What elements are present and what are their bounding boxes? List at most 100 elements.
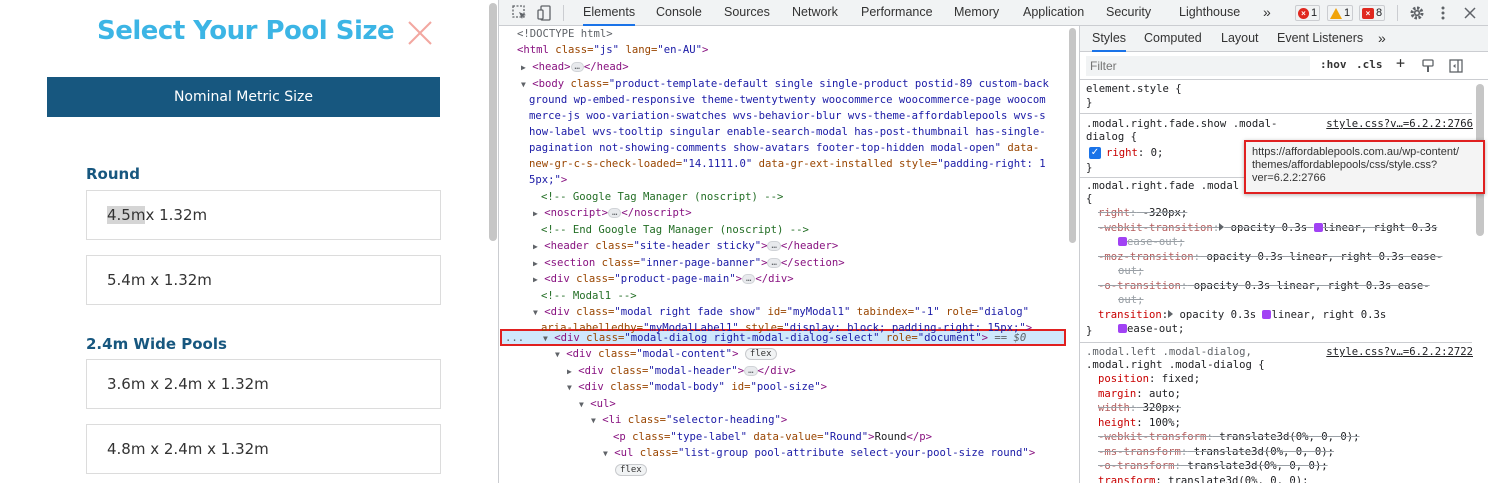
css-value-continuation[interactable]: out;: [1118, 265, 1144, 278]
collapsed-ellipsis[interactable]: …: [767, 241, 781, 251]
rule3-selector-b[interactable]: .modal.right .modal-dialog {: [1086, 359, 1265, 372]
collapsed-ellipsis[interactable]: …: [608, 208, 622, 218]
collapsed-ellipsis[interactable]: …: [570, 62, 584, 72]
tab-sources[interactable]: Sources: [724, 0, 770, 26]
paint-brush-icon[interactable]: [1420, 58, 1436, 74]
modal-header-node[interactable]: ▶ <div class="modal-header">… </div>: [567, 363, 796, 380]
kebab-menu-icon[interactable]: [1434, 4, 1452, 22]
tab-computed[interactable]: Computed: [1144, 26, 1202, 52]
collapse-arrow-icon[interactable]: ▼: [579, 400, 584, 409]
ul-node[interactable]: ▼ <ul>: [579, 396, 616, 413]
expand-arrow-icon[interactable]: ▶: [521, 63, 526, 72]
tab-network[interactable]: Network: [792, 0, 838, 26]
rule1-declaration[interactable]: right: 0;: [1106, 147, 1163, 160]
css-declaration[interactable]: transition: opacity 0.3s linear, right 0…: [1098, 309, 1386, 322]
css-declaration[interactable]: margin: auto;: [1098, 388, 1181, 401]
size-option-3-6m[interactable]: 3.6m x 2.4m x 1.32m: [86, 359, 441, 409]
tab-lighthouse[interactable]: Lighthouse: [1179, 0, 1240, 26]
element-style-selector[interactable]: element.style {: [1086, 83, 1182, 96]
modal-content-node[interactable]: ▼ <div class="modal-content"> flex: [555, 346, 777, 363]
page-scrollbar[interactable]: [489, 3, 497, 241]
collapse-arrow-icon[interactable]: ▼: [603, 449, 608, 458]
collapse-arrow-icon[interactable]: ▼: [533, 308, 538, 317]
head-node[interactable]: ▶ <head>… </head>: [521, 59, 629, 76]
tab-styles[interactable]: Styles: [1092, 26, 1127, 52]
css-value-continuation[interactable]: out;: [1118, 294, 1144, 307]
css-value-continuation[interactable]: ease-out;: [1118, 236, 1184, 249]
expand-arrow-icon[interactable]: ▶: [533, 259, 538, 268]
expand-arrow-icon[interactable]: ▶: [533, 275, 538, 284]
size-option-4-5m[interactable]: 4.5m x 1.32m: [86, 190, 441, 240]
noscript-node[interactable]: ▶ <noscript>… </noscript>: [533, 205, 692, 222]
flex-badge[interactable]: flex: [744, 348, 777, 360]
css-declaration[interactable]: position: fixed;: [1098, 373, 1200, 386]
collapse-arrow-icon[interactable]: ▼: [567, 383, 572, 392]
tab-application[interactable]: Application: [1023, 0, 1084, 26]
expand-arrow-icon[interactable]: ▶: [533, 242, 538, 251]
section-node[interactable]: ▶ <section class="inner-page-banner">… </…: [533, 255, 845, 272]
collapse-arrow-icon[interactable]: ▼: [543, 334, 548, 343]
p-type-label-node[interactable]: <p class="type-label" data-value="Round"…: [613, 429, 932, 446]
hov-button[interactable]: :hov: [1320, 58, 1347, 71]
css-declaration[interactable]: -moz-transition: opacity 0.3s linear, ri…: [1098, 251, 1442, 264]
elements-scrollbar[interactable]: [1069, 28, 1076, 243]
html-node[interactable]: <html class="js" lang="en-AU">: [517, 42, 708, 59]
collapse-arrow-icon[interactable]: ▼: [521, 80, 526, 89]
modal-dialog-node[interactable]: ▼ <div class="modal-dialog right-modal-d…: [543, 330, 1026, 347]
more-tabs-button[interactable]: »: [1263, 0, 1271, 26]
collapsed-ellipsis[interactable]: …: [741, 274, 756, 284]
collapsed-ellipsis[interactable]: …: [744, 366, 758, 376]
header-node[interactable]: ▶ <header class="site-header sticky">… </…: [533, 238, 838, 255]
issues-badge[interactable]: × 8: [1359, 5, 1386, 21]
size-option-4-8m[interactable]: 4.8m x 2.4m x 1.32m: [86, 424, 441, 474]
tab-console[interactable]: Console: [656, 0, 702, 26]
modal-body-node[interactable]: ▼ <div class="modal-body" id="pool-size"…: [567, 379, 827, 396]
modal-node[interactable]: ▼ <div class="modal right fade show" id=…: [533, 304, 1029, 321]
tab-event-listeners[interactable]: Event Listeners: [1277, 26, 1363, 52]
warning-badge[interactable]: 1: [1327, 5, 1354, 21]
product-main-node[interactable]: ▶ <div class="product-page-main">… </div>: [533, 271, 794, 288]
tab-performance[interactable]: Performance: [861, 0, 933, 26]
ul-list-group-node[interactable]: ▼ <ul class="list-group pool-attribute s…: [603, 445, 1035, 462]
body-node[interactable]: ▼ <body class="product-template-default …: [521, 76, 1049, 93]
css-declaration[interactable]: width: 320px;: [1098, 402, 1181, 415]
close-icon[interactable]: [406, 19, 434, 47]
tab-elements[interactable]: Elements: [583, 0, 636, 26]
nominal-metric-size-button[interactable]: Nominal Metric Size: [47, 77, 440, 117]
device-toolbar-icon[interactable]: [536, 4, 554, 22]
easing-swatch-icon[interactable]: [1313, 222, 1323, 232]
inspect-element-icon[interactable]: [511, 4, 529, 22]
css-declaration[interactable]: height: 100%;: [1098, 417, 1181, 430]
cls-button[interactable]: .cls: [1356, 58, 1383, 71]
li-heading-node[interactable]: ▼ <li class="selector-heading">: [591, 412, 787, 429]
easing-swatch-icon[interactable]: [1118, 324, 1127, 333]
close-devtools-icon[interactable]: [1461, 4, 1479, 22]
rule3-source-link[interactable]: style.css?v…=6.2.2:2722: [1326, 346, 1473, 358]
more-styles-tabs-button[interactable]: »: [1378, 26, 1386, 52]
css-value-continuation[interactable]: ease-out;: [1118, 323, 1184, 336]
expand-arrow-icon[interactable]: ▶: [567, 367, 572, 376]
collapse-arrow-icon[interactable]: ▼: [591, 416, 596, 425]
css-declaration[interactable]: -webkit-transition: opacity 0.3s linear,…: [1098, 222, 1437, 235]
add-rule-button[interactable]: +: [1396, 54, 1405, 72]
expand-arrow-icon[interactable]: ▶: [533, 209, 538, 218]
css-declaration[interactable]: -ms-transform: translate3d(0%, 0, 0);: [1098, 446, 1334, 459]
css-declaration[interactable]: -o-transition: opacity 0.3s linear, righ…: [1098, 280, 1430, 293]
error-badge[interactable]: × 1: [1295, 5, 1321, 21]
css-declaration[interactable]: -o-transform: translate3d(0%, 0, 0);: [1098, 460, 1328, 473]
rule2-selector[interactable]: .modal.right.fade .modal: [1086, 180, 1239, 193]
tab-layout[interactable]: Layout: [1221, 26, 1259, 52]
property-checkbox[interactable]: ✓: [1089, 147, 1101, 159]
gear-icon[interactable]: [1408, 4, 1426, 22]
rule1-source-link[interactable]: style.css?v…=6.2.2:2766: [1326, 118, 1473, 130]
css-declaration[interactable]: transform: translate3d(0%, 0, 0);: [1098, 475, 1309, 483]
css-declaration[interactable]: right: -320px;: [1098, 207, 1187, 220]
flex-badge[interactable]: flex: [615, 464, 647, 476]
easing-swatch-icon[interactable]: [1118, 237, 1127, 246]
size-option-5-4m[interactable]: 5.4m x 1.32m: [86, 255, 441, 305]
row-menu-dots[interactable]: ...: [505, 330, 524, 347]
collapse-arrow-icon[interactable]: ▼: [555, 350, 560, 359]
rule3-selector-a[interactable]: .modal.left .modal-dialog,: [1086, 346, 1252, 359]
tab-security[interactable]: Security: [1106, 0, 1151, 26]
collapsed-ellipsis[interactable]: …: [767, 258, 781, 268]
